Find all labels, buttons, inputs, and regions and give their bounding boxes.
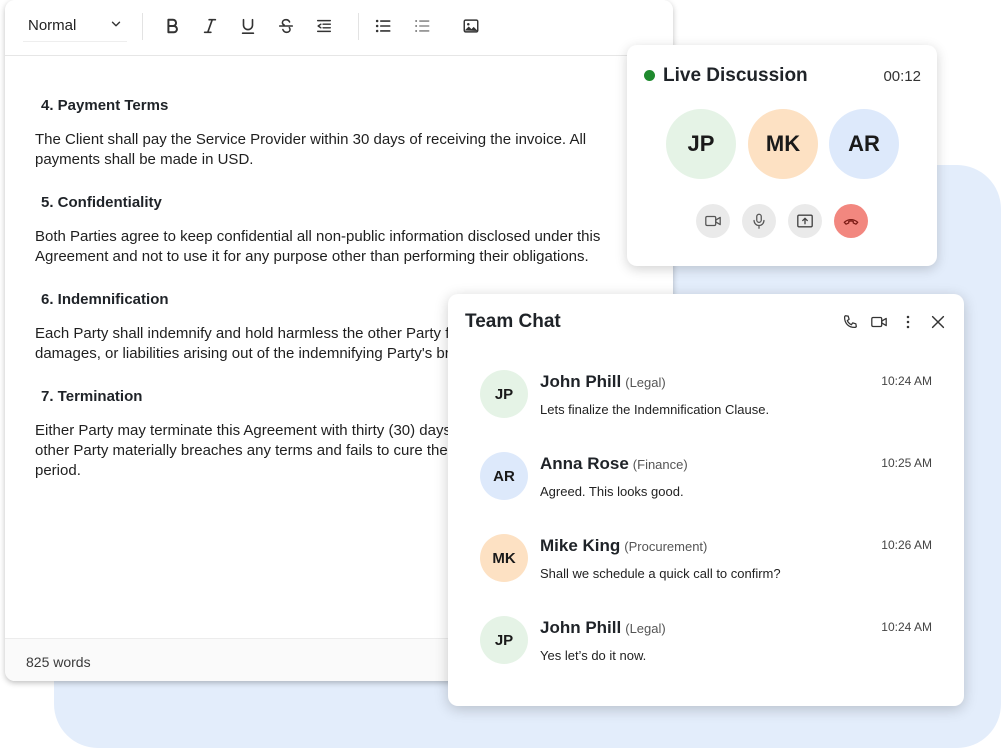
message-text: Shall we schedule a quick call to confir… xyxy=(540,566,781,581)
avatar-initials: JP xyxy=(494,385,514,403)
avatar-initials: JP xyxy=(494,631,514,649)
strikethrough-icon[interactable] xyxy=(275,15,297,37)
sender-name-text: Mike King xyxy=(540,536,621,555)
phone-icon[interactable] xyxy=(839,311,861,333)
avatar: MK xyxy=(480,534,528,582)
section-heading: 4. Payment Terms xyxy=(41,97,169,114)
video-icon[interactable] xyxy=(696,204,730,238)
toolbar-divider xyxy=(142,13,143,40)
section-body: Both Parties agree to keep confidential … xyxy=(35,228,601,265)
toolbar-divider xyxy=(358,13,359,40)
section-heading: 5. Confidentiality xyxy=(41,194,162,211)
italic-icon[interactable] xyxy=(199,15,221,37)
live-status-indicator xyxy=(644,70,655,81)
message-time: 10:25 AM xyxy=(881,456,932,470)
live-discussion-panel: Live Discussion 00:12 JP MK AR xyxy=(627,45,937,266)
sender-name: Anna Rose (Finance) xyxy=(540,454,688,474)
share-screen-icon[interactable] xyxy=(788,204,822,238)
sender-role: (Finance) xyxy=(632,457,688,472)
word-count: 825 words xyxy=(26,654,91,670)
sender-name: John Phill (Legal) xyxy=(540,372,666,392)
message-time: 10:26 AM xyxy=(881,538,932,552)
chat-message: JP John Phill (Legal) 10:24 AM Yes let’s … xyxy=(480,616,932,676)
numbered-list-icon[interactable] xyxy=(411,15,433,37)
call-timer: 00:12 xyxy=(883,68,921,85)
message-text: Lets finalize the Indemnification Clause… xyxy=(540,402,770,417)
paragraph-style-value: Normal xyxy=(28,17,77,34)
sender-name-text: John Phill xyxy=(540,618,622,637)
participant-avatar: AR xyxy=(829,109,899,179)
avatar-initials: MK xyxy=(492,549,516,567)
sender-role: (Legal) xyxy=(625,375,666,390)
avatar-initials: AR xyxy=(493,467,515,485)
microphone-icon[interactable] xyxy=(742,204,776,238)
editor-toolbar: Normal xyxy=(5,0,673,56)
participant-avatar: JP xyxy=(666,109,736,179)
chat-title: Team Chat xyxy=(465,311,561,332)
sender-name: Mike King (Procurement) xyxy=(540,536,707,556)
sender-role: (Legal) xyxy=(625,621,666,636)
participant-initials: JP xyxy=(687,131,715,156)
chat-message: JP John Phill (Legal) 10:24 AM Lets final… xyxy=(480,370,932,430)
participant-initials: MK xyxy=(765,131,801,156)
participant-avatar: MK xyxy=(748,109,818,179)
message-text: Agreed. This looks good. xyxy=(540,484,684,499)
bulleted-list-icon[interactable] xyxy=(372,15,394,37)
bold-icon[interactable] xyxy=(161,15,183,37)
underline-icon[interactable] xyxy=(237,15,259,37)
image-icon[interactable] xyxy=(460,15,482,37)
message-text: Yes let’s do it now. xyxy=(540,648,647,663)
end-call-icon[interactable] xyxy=(834,204,868,238)
message-time: 10:24 AM xyxy=(881,374,932,388)
document-section: 4. Payment Terms The Client shall pay th… xyxy=(35,96,615,170)
chevron-down-icon xyxy=(109,17,123,35)
sender-name: John Phill (Legal) xyxy=(540,618,666,638)
more-vertical-icon[interactable] xyxy=(897,311,919,333)
avatar: JP xyxy=(480,370,528,418)
document-section: 5. Confidentiality Both Parties agree to… xyxy=(35,193,615,267)
avatar: AR xyxy=(480,452,528,500)
sender-name-text: Anna Rose xyxy=(540,454,629,473)
paragraph-style-select[interactable]: Normal xyxy=(23,10,127,42)
avatar: JP xyxy=(480,616,528,664)
call-title: Live Discussion xyxy=(663,65,808,86)
close-icon[interactable] xyxy=(927,311,949,333)
message-time: 10:24 AM xyxy=(881,620,932,634)
team-chat-panel: Team Chat JP John Phill (Legal) 10:24 AM … xyxy=(448,294,964,706)
video-icon[interactable] xyxy=(868,311,890,333)
indent-icon[interactable] xyxy=(313,15,335,37)
sender-role: (Procurement) xyxy=(624,539,708,554)
sender-name-text: John Phill xyxy=(540,372,622,391)
participant-initials: AR xyxy=(848,131,880,156)
section-body: The Client shall pay the Service Provide… xyxy=(35,131,587,168)
chat-message: AR Anna Rose (Finance) 10:25 AM Agreed. T… xyxy=(480,452,932,512)
chat-message: MK Mike King (Procurement) 10:26 AM Shall… xyxy=(480,534,932,594)
